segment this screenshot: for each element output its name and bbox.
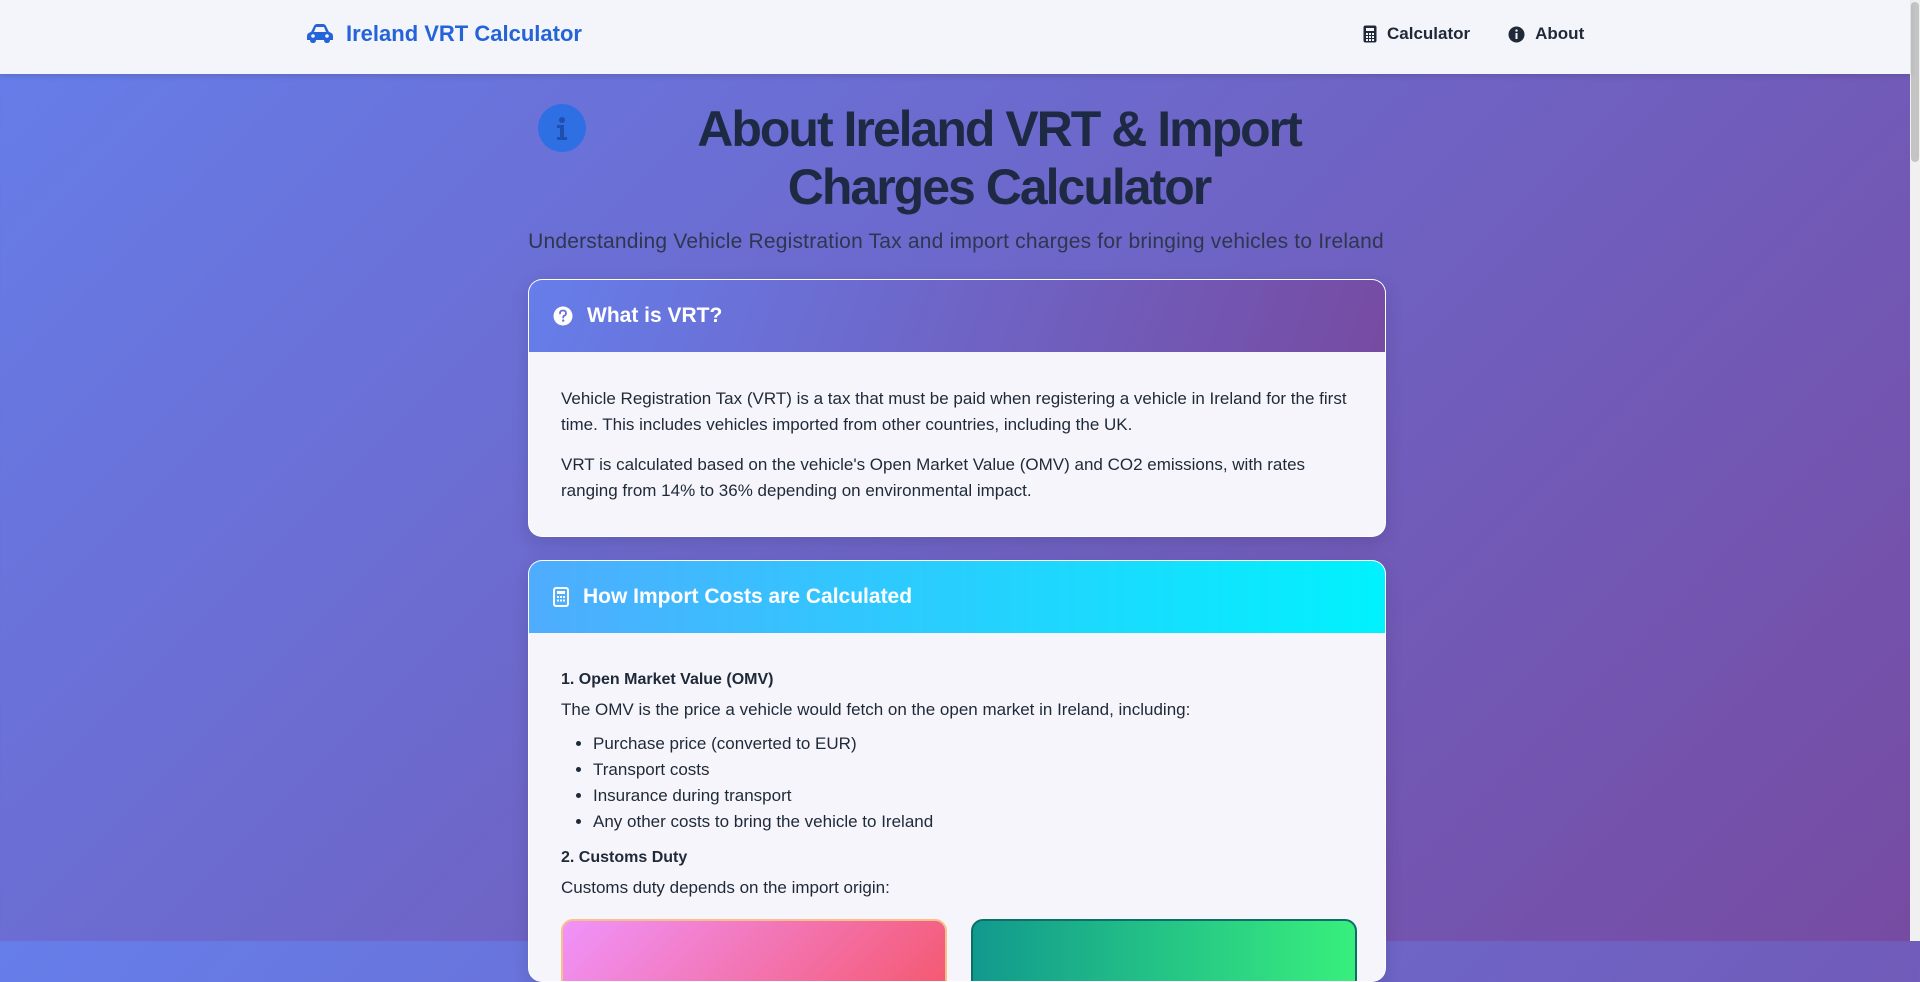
vrt-paragraph-1: Vehicle Registration Tax (VRT) is a tax … bbox=[561, 389, 1347, 434]
import-costs-body: 1. Open Market Value (OMV) The OMV is th… bbox=[529, 633, 1385, 923]
scrollbar-thumb[interactable] bbox=[1911, 2, 1919, 162]
info-icon bbox=[1508, 26, 1525, 42]
list-item: Any other costs to bring the vehicle to … bbox=[593, 809, 1353, 835]
top-navbar: Ireland VRT Calculator Calculator About bbox=[0, 0, 1910, 74]
omv-list: Purchase price (converted to EUR) Transp… bbox=[561, 731, 1353, 835]
question-circle-icon bbox=[553, 306, 573, 326]
nav-link-calculator[interactable]: Calculator bbox=[1363, 24, 1470, 44]
what-is-vrt-title: What is VRT? bbox=[587, 304, 723, 327]
list-item: Transport costs bbox=[593, 757, 1353, 783]
origin-box-uk bbox=[561, 919, 947, 981]
nav-links: Calculator About bbox=[1363, 24, 1622, 44]
origin-box-eu bbox=[971, 919, 1357, 981]
page-header: About Ireland VRT & Import Charges Calcu… bbox=[520, 100, 1392, 254]
vrt-paragraph-2: VRT is calculated based on the vehicle's… bbox=[561, 455, 1306, 500]
omv-text: The OMV is the price a vehicle would fet… bbox=[561, 700, 1191, 719]
nav-link-about-label: About bbox=[1535, 24, 1585, 43]
info-circle-icon bbox=[538, 104, 586, 152]
brand-label: Ireland VRT Calculator bbox=[346, 21, 582, 46]
page-subtitle: Understanding Vehicle Registration Tax a… bbox=[528, 230, 1384, 253]
page-title: About Ireland VRT & Import Charges Calcu… bbox=[697, 101, 1303, 215]
brand-link[interactable]: Ireland VRT Calculator bbox=[306, 21, 582, 47]
what-is-vrt-body: Vehicle Registration Tax (VRT) is a tax … bbox=[529, 352, 1385, 526]
calculator-icon bbox=[1363, 25, 1377, 43]
customs-text: Customs duty depends on the import origi… bbox=[561, 878, 890, 897]
import-costs-title: How Import Costs are Calculated bbox=[583, 585, 913, 608]
what-is-vrt-header: What is VRT? bbox=[529, 280, 1385, 352]
title-row: About Ireland VRT & Import Charges Calcu… bbox=[520, 100, 1392, 216]
page-scrollbar[interactable] bbox=[1910, 0, 1920, 941]
origin-boxes bbox=[561, 919, 1381, 981]
nav-link-about[interactable]: About bbox=[1508, 24, 1584, 44]
import-costs-card: How Import Costs are Calculated 1. Open … bbox=[528, 560, 1386, 982]
car-icon bbox=[306, 23, 334, 45]
import-costs-header: How Import Costs are Calculated bbox=[529, 561, 1385, 633]
list-item: Insurance during transport bbox=[593, 783, 1353, 809]
what-is-vrt-card: What is VRT? Vehicle Registration Tax (V… bbox=[528, 279, 1386, 537]
customs-heading: 2. Customs Duty bbox=[561, 849, 688, 866]
calculator-icon bbox=[553, 587, 569, 607]
list-item: Purchase price (converted to EUR) bbox=[593, 731, 1353, 757]
nav-link-calculator-label: Calculator bbox=[1387, 24, 1471, 43]
omv-heading: 1. Open Market Value (OMV) bbox=[561, 671, 774, 688]
